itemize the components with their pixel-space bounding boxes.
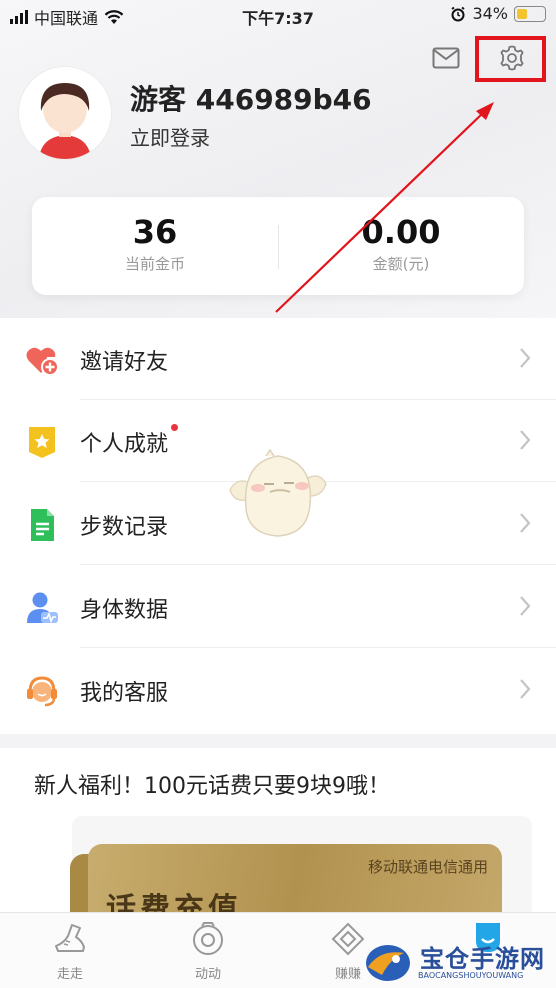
- chevron-right-icon: [520, 679, 531, 699]
- tab-walk[interactable]: 走走: [30, 921, 110, 982]
- document-icon: [31, 509, 54, 541]
- battery-percent: 34%: [472, 4, 508, 23]
- mascot-chick-illustration: [229, 448, 327, 537]
- chevron-right-icon: [520, 348, 531, 368]
- battery-icon: [514, 5, 546, 22]
- watermark-logo: 宝仓手游网 BAOCANGSHOUYOUWANG: [356, 935, 556, 987]
- login-link[interactable]: 立即登录: [130, 122, 210, 151]
- stats-card: 36 当前金币 0.00 金额(元): [32, 197, 524, 295]
- username: 游客 446989b46: [130, 83, 372, 116]
- menu-item-customer-service[interactable]: 我的客服: [0, 649, 556, 731]
- menu-item-label: 身体数据: [80, 598, 169, 623]
- watermark-bird-icon: [366, 945, 410, 981]
- menu-separator: [80, 647, 556, 648]
- phone-recharge-card[interactable]: 移动联通电信通用 话费充值: [88, 844, 502, 913]
- chevron-right-icon: [520, 596, 531, 616]
- coins-value: 36: [132, 213, 178, 251]
- menu-separator: [80, 564, 556, 565]
- tab-label: 走走: [56, 967, 83, 982]
- chevron-right-icon: [520, 513, 531, 533]
- avatar[interactable]: [18, 66, 112, 160]
- menu-item-invite-friends[interactable]: 邀请好友: [0, 318, 556, 400]
- card-subtitle: 移动联通电信通用: [367, 858, 488, 876]
- mail-button[interactable]: [432, 44, 460, 72]
- menu-item-label: 步数记录: [80, 515, 169, 540]
- amount-label: 金额(元): [372, 255, 430, 273]
- headset-icon: [27, 676, 57, 707]
- amount-value: 0.00: [361, 213, 441, 251]
- tab-label: 动动: [194, 967, 221, 982]
- watermark-text: 宝仓手游网: [420, 945, 545, 973]
- avatar-illustration: [39, 83, 91, 159]
- alarm-icon: [451, 6, 466, 21]
- tab-move[interactable]: 动动: [168, 921, 248, 982]
- promo-section: 新人福利！100元话费只要9块9哦！ 移动联通电信通用 话费充值: [0, 748, 556, 913]
- achievements-label: 个人成就: [80, 432, 169, 457]
- chevron-right-icon: [520, 430, 531, 450]
- star-badge-icon: [29, 427, 55, 458]
- camera-circle-icon: [193, 922, 223, 955]
- status-bar: 中国联通 下午7:37 34%: [0, 0, 556, 30]
- shoe-icon: [55, 924, 85, 952]
- card-title: 话费充值: [106, 892, 242, 913]
- watermark-subtext: BAOCANGSHOUYOUWANG: [418, 971, 524, 980]
- person-heartbeat-icon: [27, 592, 58, 624]
- notification-dot: [171, 424, 179, 431]
- menu-item-label: 我的客服: [80, 681, 169, 706]
- coins-label: 当前金币: [124, 255, 185, 273]
- heart-plus-icon: [26, 347, 59, 376]
- mail-icon: [432, 47, 460, 69]
- amount-stat[interactable]: 0.00 金额(元): [278, 213, 524, 274]
- menu-item-label: 个人成就: [80, 424, 179, 458]
- menu-item-body-data[interactable]: 身体数据: [0, 566, 556, 648]
- settings-highlight-box: [475, 36, 546, 82]
- coins-stat[interactable]: 36 当前金币: [32, 213, 278, 274]
- promo-title: 新人福利！100元话费只要9块9哦！: [34, 774, 390, 799]
- menu-item-label: 邀请好友: [80, 350, 169, 375]
- status-right: 34%: [450, 4, 546, 23]
